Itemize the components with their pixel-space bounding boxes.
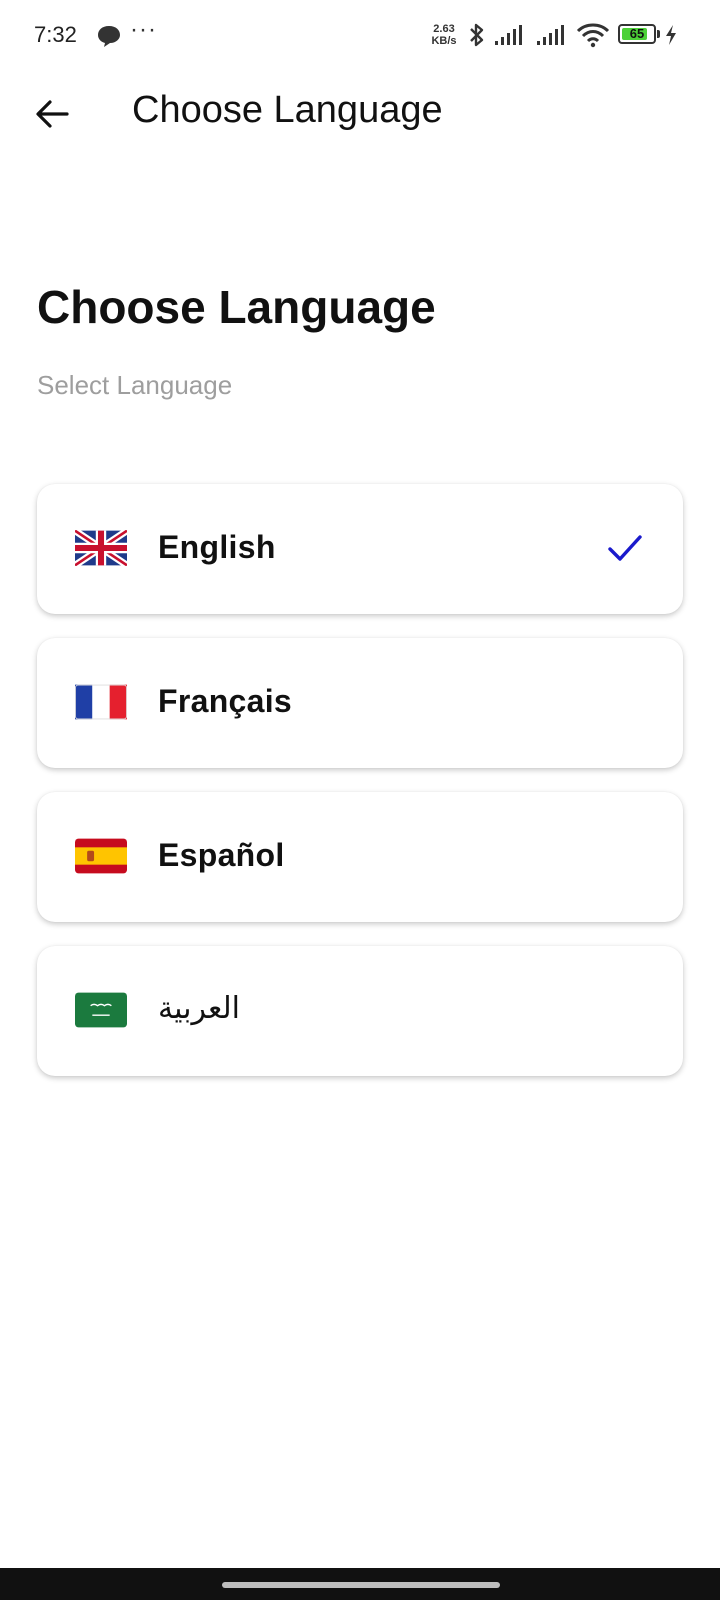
language-option-arabic[interactable]: العربية	[37, 946, 683, 1076]
back-button[interactable]	[30, 92, 74, 136]
signal-icon	[495, 25, 522, 45]
language-option-french[interactable]: Français	[37, 638, 683, 768]
more-notifications-icon: ···	[130, 16, 157, 43]
app-bar-title: Choose Language	[132, 89, 443, 131]
network-speed-unit: KB/s	[431, 35, 457, 47]
bluetooth-icon	[470, 23, 484, 47]
network-speed: 2.63 KB/s	[424, 23, 464, 47]
home-gesture-handle[interactable]	[222, 1582, 500, 1588]
language-label: Français	[158, 683, 293, 719]
charging-icon	[666, 25, 676, 45]
status-time: 7:32	[34, 22, 77, 47]
language-label: English	[158, 529, 276, 565]
language-label: العربية	[158, 991, 240, 1026]
battery-cap	[657, 30, 660, 38]
network-speed-value: 2.63	[433, 23, 455, 35]
system-navigation-bar	[0, 1568, 720, 1600]
wifi-icon	[576, 23, 610, 48]
page-title: Choose Language	[37, 281, 436, 333]
signal-icon	[537, 25, 564, 45]
language-list: English Français Español العربية	[37, 484, 683, 1100]
status-bar: 7:32 ··· 2.63 KB/s 65	[0, 0, 720, 72]
battery-icon: 65	[618, 24, 660, 46]
app-bar: Choose Language	[0, 72, 720, 156]
page-subtitle: Select Language	[37, 370, 233, 400]
language-label: Español	[158, 837, 285, 873]
battery-level: 65	[629, 26, 645, 41]
france-flag-icon	[75, 684, 127, 720]
message-icon	[98, 26, 120, 47]
language-option-english[interactable]: English	[37, 484, 683, 614]
language-option-spanish[interactable]: Español	[37, 792, 683, 922]
arrow-left-icon	[36, 100, 69, 128]
uk-flag-icon	[75, 530, 127, 566]
spain-flag-icon	[75, 838, 127, 874]
check-icon	[608, 535, 642, 561]
saudi-flag-icon	[75, 992, 127, 1028]
